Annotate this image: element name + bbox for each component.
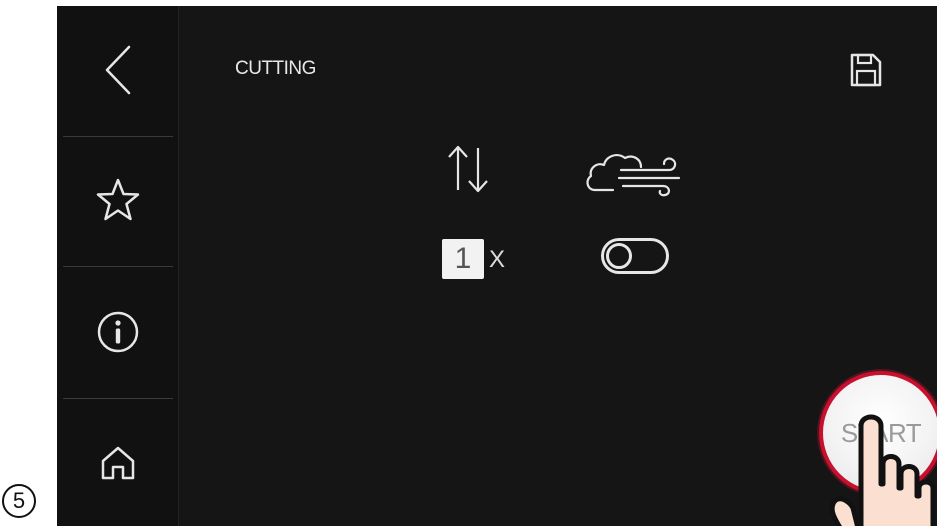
toggle-knob bbox=[606, 243, 632, 269]
step-number-badge: 5 bbox=[2, 484, 36, 518]
start-button[interactable]: START bbox=[819, 371, 937, 495]
page-title: CUTTING bbox=[235, 58, 316, 79]
device-screen: CUTTING 1 X START bbox=[57, 6, 937, 526]
save-icon bbox=[850, 53, 882, 87]
chevron-left-icon bbox=[105, 45, 131, 95]
sidebar-divider bbox=[63, 266, 173, 267]
favorites-button[interactable] bbox=[63, 136, 173, 264]
repeat-multiplier-label: X bbox=[489, 246, 506, 273]
info-button[interactable] bbox=[63, 268, 173, 396]
home-icon bbox=[101, 446, 135, 480]
home-button[interactable] bbox=[63, 400, 173, 526]
up-down-arrows-icon bbox=[448, 145, 488, 193]
air-assist-toggle[interactable] bbox=[601, 238, 669, 274]
sidebar bbox=[57, 6, 179, 526]
star-icon bbox=[96, 178, 140, 221]
air-assist-cloud-icon bbox=[586, 154, 681, 197]
repeat-count-field[interactable]: 1 bbox=[442, 239, 484, 279]
info-icon bbox=[97, 311, 139, 353]
save-button[interactable] bbox=[843, 48, 887, 92]
back-button[interactable] bbox=[63, 6, 173, 134]
sidebar-divider bbox=[63, 398, 173, 399]
